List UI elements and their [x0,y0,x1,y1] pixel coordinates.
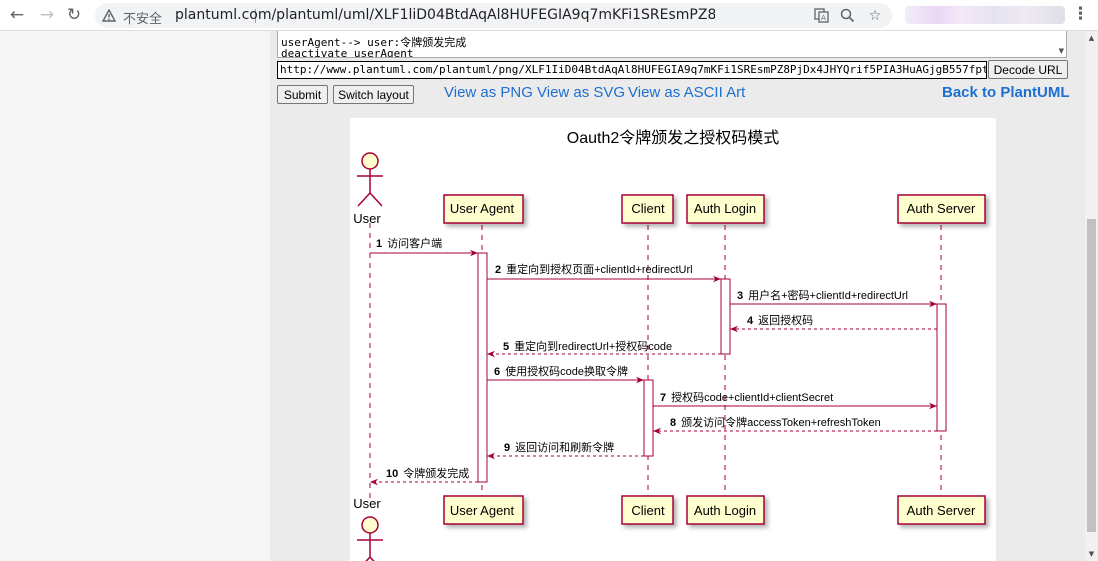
participants-top: User Agent Client Auth Login Auth Server [443,194,986,224]
participant-label: Client [631,201,665,216]
source-textarea[interactable]: userAgent--> user:令牌颁发完成 deactivate user… [277,31,1067,58]
message-text: 返回授权码 [758,313,813,327]
message-number: 3 [737,290,743,302]
message-number: 9 [504,442,510,454]
participant-label: User Agent [450,201,515,216]
message-text: 用户名+密码+clientId+redirectUrl [748,288,908,302]
zoom-icon[interactable] [838,3,856,28]
activation-auth-login [720,278,731,355]
participant-label: Auth Login [694,503,756,518]
message-number: 6 [494,366,500,378]
actor-label-top: User [353,211,381,226]
scrollbar-thumb[interactable] [1087,219,1096,532]
svg-text:1访问客户端: 1 访问客户端 [376,236,442,250]
message-text: 使用授权码code换取令牌 [505,364,628,378]
participant-label: User Agent [450,503,515,518]
svg-text:2重定向到授权页面+clientId+redirectUrl: 2 重定向到授权页面+clientId+redirectUrl [495,262,693,276]
url-text[interactable]: plantuml.com/plantuml/uml/XLF1liD04BtdAq… [175,7,715,23]
reload-icon[interactable]: ↻ [63,4,85,26]
sequence-diagram: Oauth2令牌颁发之授权码模式 User User Agent Client … [350,118,996,561]
page-scrollbar[interactable]: ▲ ▼ [1085,31,1098,561]
message-number: 2 [495,264,501,276]
svg-text:4返回授权码: 4 返回授权码 [747,313,813,327]
diagram-canvas: Oauth2令牌颁发之授权码模式 User User Agent Client … [353,129,986,561]
diagram-url-input[interactable]: http://www.plantuml.com/plantuml/png/XLF… [277,61,987,79]
message-number: 1 [376,238,382,250]
message-text: 重定向到授权页面+clientId+redirectUrl [506,262,692,276]
actor-label-bottom: User [353,496,381,511]
activation-client [643,379,654,457]
message-text: 授权码code+clientId+clientSecret [671,390,833,404]
submit-button[interactable]: Submit [277,85,328,104]
address-bar[interactable]: 不安全 plantuml.com/plantuml/uml/XLF1liD04B… [95,3,892,28]
svg-text:9返回访问和刷新令牌: 9 返回访问和刷新令牌 [504,440,614,454]
participant-label: Auth Login [694,201,756,216]
scroll-down-icon[interactable]: ▼ [1085,547,1098,561]
participants-bottom: User Agent Client Auth Login Auth Server [443,495,986,525]
security-label: 不安全 [123,12,163,27]
participant-label: Auth Server [907,201,976,216]
scroll-down-icon[interactable]: ▼ [1059,47,1064,55]
message-text: 重定向到redirectUrl+授权码code [514,339,672,353]
forward-arrow-icon[interactable]: → [36,4,58,26]
message-number: 8 [670,417,676,429]
textarea-scrollbar[interactable]: ▼ [1053,31,1066,57]
participant-label: Client [631,503,665,518]
message-text: 访问客户端 [387,236,442,250]
info-warning-icon[interactable] [101,3,117,28]
switch-layout-button[interactable]: Switch layout [333,85,414,104]
svg-text:A: A [821,14,826,22]
svg-text:8颁发访问令牌accessToken+refreshToke: 8 颁发访问令牌accessToken+refreshToken [670,415,881,429]
view-ascii-link[interactable]: View as ASCII Art [628,84,745,101]
profile-area[interactable] [905,6,1065,24]
view-svg-link[interactable]: View as SVG [537,84,625,101]
svg-text:3用户名+密码+clientId+redirectUrl: 3 用户名+密码+clientId+redirectUrl [737,288,908,302]
scroll-up-icon[interactable]: ▲ [1085,31,1098,45]
user-actor-bottom [357,516,383,561]
message-number: 4 [747,315,754,327]
svg-text:10令牌颁发完成: 10 令牌颁发完成 [386,466,469,480]
source-line: deactivate userAgent [281,47,414,58]
back-arrow-icon[interactable]: ← [6,4,28,26]
activation-user-agent [477,252,488,483]
view-png-link[interactable]: View as PNG [444,84,533,101]
activation-auth-server [936,303,947,432]
left-margin [0,31,270,561]
message-number: 10 [386,468,398,480]
svg-text:7授权码code+clientId+clientSecret: 7 授权码code+clientId+clientSecret [660,390,833,404]
participant-label: Auth Server [907,503,976,518]
diagram-title: Oauth2令牌颁发之授权码模式 [567,129,780,147]
svg-text:5重定向到redirectUrl+授权码code: 5 重定向到redirectUrl+授权码code [503,339,672,353]
message-text: 颁发访问令牌accessToken+refreshToken [681,415,881,429]
message-labels: 1 访问客户端 2 重定向到授权页面+clientId+redirectUrl 3用… [376,236,908,480]
svg-text:6使用授权码code换取令牌: 6 使用授权码code换取令牌 [494,364,628,378]
back-to-plantuml-link[interactable]: Back to PlantUML [942,84,1070,101]
message-text: 令牌颁发完成 [403,466,469,480]
message-number: 5 [503,341,509,353]
browser-toolbar: ← → ↻ 不安全 plantuml.com/plantuml/uml/XLF1… [0,0,1098,31]
message-number: 7 [660,392,666,404]
message-text: 返回访问和刷新令牌 [515,440,614,454]
bookmark-star-icon[interactable]: ☆ [866,3,884,28]
user-actor-top [357,152,383,207]
translate-icon[interactable]: A [812,3,830,28]
menu-icon[interactable]: ⋮ [1072,4,1089,24]
decode-url-button[interactable]: Decode URL [988,60,1068,79]
